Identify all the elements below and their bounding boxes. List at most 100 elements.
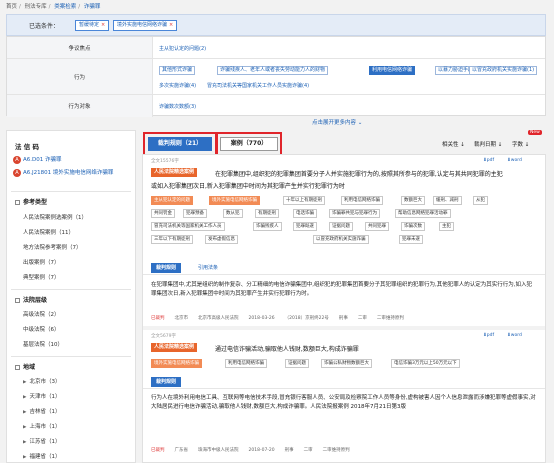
- region-item[interactable]: ▶ 吉林省（1）: [23, 407, 60, 415]
- case-footer: 已裁判 北京市 北京市高级人民法院 2018-03-26 （2018）京刑终22号 刑事二…: [151, 316, 404, 321]
- condition-row-behavior: 行为 其他形式诈骗 诈骗残疾人、老年人或者丧失劳动能力人的财物 利用电信网络诈骗…: [7, 59, 545, 95]
- result-title[interactable]: 通过电信诈骗活动,骗取他人钱财,数额巨大,构成诈骗罪: [215, 344, 359, 353]
- word-count: 全文15576字: [151, 159, 179, 164]
- region-item[interactable]: ▶ 天津市（1）: [23, 392, 60, 400]
- condition-row-label: 行为: [7, 59, 153, 94]
- close-icon[interactable]: ×: [169, 22, 173, 28]
- download-word[interactable]: ⬇word: [507, 333, 522, 338]
- region-item[interactable]: ▶ 江苏省（1）: [23, 437, 60, 445]
- condition-option[interactable]: 诈骗数次数额(3): [159, 103, 196, 110]
- keyword-tag[interactable]: 发布虚假信息: [205, 235, 238, 244]
- condition-option[interactable]: 以冒充政府机关实施诈骗(1): [469, 66, 538, 75]
- sort-relevance[interactable]: 相关性 ↓: [442, 140, 465, 148]
- results-list: 全文15576字 ⬇pdf ⬇word 人民法院精选案例 在犯罪集团中,组织犯的…: [142, 154, 546, 463]
- condition-option[interactable]: 主从犯认定的问题(2): [159, 45, 206, 52]
- keyword-tag[interactable]: 犯罪未遂: [399, 235, 423, 244]
- divider: [143, 388, 545, 389]
- keyword-tag[interactable]: 诈骗残疾人: [253, 222, 282, 231]
- crumb-search[interactable]: 类案检索: [54, 4, 76, 10]
- section-region[interactable]: 地域: [15, 362, 35, 371]
- keyword-tag[interactable]: 有期徒刑: [255, 209, 279, 218]
- crumb-current: 诈骗罪: [83, 4, 101, 10]
- word-count: 全文5679字: [151, 334, 176, 339]
- case-tag: 人民法院精选案例: [151, 168, 198, 177]
- breadcrumb: 首页 / 刑法专库 / 类案检索 / 诈骗罪: [6, 4, 101, 10]
- keyword-tag[interactable]: 境外实施电信网络诈骗: [151, 359, 202, 368]
- subtab-rulings[interactable]: 裁判规则: [151, 377, 182, 387]
- keyword-tag[interactable]: 犯罪既遂: [293, 222, 317, 231]
- keyword-tag[interactable]: 境外实施电信网络诈骗: [209, 196, 260, 205]
- keyword-tag[interactable]: 诈骗罪共犯与犯罪行为: [329, 209, 380, 218]
- filter-item[interactable]: 基层法院（10）: [23, 340, 63, 348]
- keyword-tag[interactable]: 诈骗公私财物数额巨大: [321, 359, 372, 368]
- filter-item[interactable]: 中级法院（6）: [23, 325, 60, 333]
- result-title-line2[interactable]: 或如入犯罪集团次日,新入犯罪集团中时间为其犯罪产生并实行犯罪行为时: [151, 181, 345, 190]
- keyword-tag[interactable]: 十年以上有期徒刑: [283, 196, 325, 205]
- result-title[interactable]: 在犯罪集团中,组织犯的犯罪集团首要分子人并实施犯罪行为的,按照其所参与的犯罪,认…: [215, 169, 503, 178]
- filter-chip[interactable]: 境外实施电信网络诈骗 ×: [113, 20, 178, 31]
- filter-item[interactable]: 人民法院案例选案例（1）: [23, 213, 87, 221]
- selected-conditions-label: 已选条件：: [29, 23, 60, 30]
- keyword-tag[interactable]: 证据问题: [329, 222, 353, 231]
- keyword-tag[interactable]: 数额巨大: [401, 196, 425, 205]
- keyword-tag[interactable]: 电信诈骗3万元以上50万元以下: [391, 359, 460, 368]
- code-item[interactable]: A A6.D01 诈骗罪: [13, 155, 62, 164]
- keyword-tag[interactable]: 证据问题: [285, 359, 309, 368]
- condition-option[interactable]: 冒充司法机关等国家机关工作人员实施诈骗(4): [207, 82, 309, 89]
- close-icon[interactable]: ×: [101, 22, 105, 28]
- filter-item[interactable]: 出版案例（7）: [23, 258, 60, 266]
- code-item[interactable]: A A6.J21801 境外实施电信网络诈骗罪: [13, 168, 113, 177]
- sort-wordcount[interactable]: 字数 ↓: [512, 140, 529, 148]
- condition-option[interactable]: 诈骗残疾人、老年人或者丧失劳动能力人的财物: [217, 66, 329, 75]
- download-word[interactable]: ⬇word: [507, 158, 522, 163]
- region-item[interactable]: ▶ 福建省（1）: [23, 452, 60, 460]
- condition-row-label: 行为对象: [7, 95, 153, 117]
- crumb-home[interactable]: 首页: [6, 4, 17, 10]
- divider: [11, 289, 131, 290]
- keyword-tag[interactable]: 主犯: [439, 222, 454, 231]
- download-pdf[interactable]: ⬇pdf: [483, 158, 494, 163]
- keyword-tag[interactable]: 共同犯罪: [365, 222, 389, 231]
- subtab-statutes[interactable]: 引用法条: [193, 263, 223, 273]
- keyword-tag[interactable]: 帮助信息网络犯罪活动罪: [395, 209, 451, 218]
- keyword-tag[interactable]: 冒充司法机关等国家机关工作人员: [151, 222, 225, 231]
- crumb-library[interactable]: 刑法专库: [25, 4, 47, 10]
- case-tag: 人民法院精选案例: [151, 343, 198, 352]
- region-item[interactable]: ▶ 北京市（3）: [23, 377, 60, 385]
- download-pdf[interactable]: ⬇pdf: [483, 333, 494, 338]
- keyword-tag[interactable]: 主从犯认定的问题: [151, 196, 193, 205]
- ruling-paragraph: 行为人在境外利用电信工具、互联网等电信技术手段,冒充银行客服人员、公安局及检察院…: [151, 395, 536, 410]
- condition-option[interactable]: 多次实施诈骗(4): [159, 82, 196, 89]
- keyword-tag[interactable]: 利用电信网络诈骗: [341, 196, 383, 205]
- code-badge-icon: A: [13, 168, 21, 177]
- section-reference-type[interactable]: 参考类型: [15, 197, 47, 206]
- condition-option[interactable]: 其他形式诈骗: [159, 66, 196, 75]
- selected-conditions-bar: 已选条件： 暂缓待定 × 境外实施电信网络诈骗 ×: [6, 14, 546, 36]
- filter-item[interactable]: 地方法院参考案例（7）: [23, 243, 82, 251]
- condition-option-selected[interactable]: 利用电信网络诈骗: [369, 66, 416, 75]
- keyword-tag[interactable]: 以冒充政府机关实施诈骗: [313, 235, 369, 244]
- filter-item[interactable]: 高级法院（2）: [23, 310, 60, 318]
- keyword-tag[interactable]: 共同罚金: [151, 209, 175, 218]
- subtab-rulings[interactable]: 裁判规则: [151, 263, 182, 273]
- sort-date[interactable]: 裁判日期 ↓: [474, 140, 502, 148]
- highlight-box: [216, 132, 282, 156]
- case-footer: 已裁判 广东省 珠海市中级人民法院 2018-07-20 刑事 二审 二审维持原判: [151, 448, 350, 453]
- keyword-tag[interactable]: 诈骗次数: [401, 222, 425, 231]
- section-court-level[interactable]: 法院层级: [15, 295, 47, 304]
- keyword-tag[interactable]: 缓刑、减刑: [433, 196, 462, 205]
- region-item[interactable]: ▶ 上海市（1）: [23, 422, 60, 430]
- keyword-tag[interactable]: 三年以下有期徒刑: [151, 235, 193, 244]
- expand-more-link[interactable]: 点击展开更多内容 ⌄: [312, 118, 362, 126]
- keyword-tag[interactable]: 从犯: [473, 196, 488, 205]
- filter-item[interactable]: 典型案例（7）: [23, 273, 60, 281]
- filter-item[interactable]: 人民法院案例（11）: [23, 228, 74, 236]
- keyword-tag[interactable]: 电话诈骗: [293, 209, 317, 218]
- keyword-tag[interactable]: 犯罪预备: [183, 209, 207, 218]
- code-badge-icon: A: [13, 155, 21, 164]
- keyword-tag[interactable]: 数从犯: [223, 209, 243, 218]
- filter-chip[interactable]: 暂缓待定 ×: [75, 20, 110, 31]
- triangle-right-icon: ▶: [23, 410, 27, 415]
- ruling-paragraph: 在犯罪集团中,尤其是组织的制作复杂、分工精细的电信诈骗集团中,组织犯的犯罪集团首…: [151, 282, 532, 297]
- keyword-tag[interactable]: 利用电信网络诈骗: [225, 359, 267, 368]
